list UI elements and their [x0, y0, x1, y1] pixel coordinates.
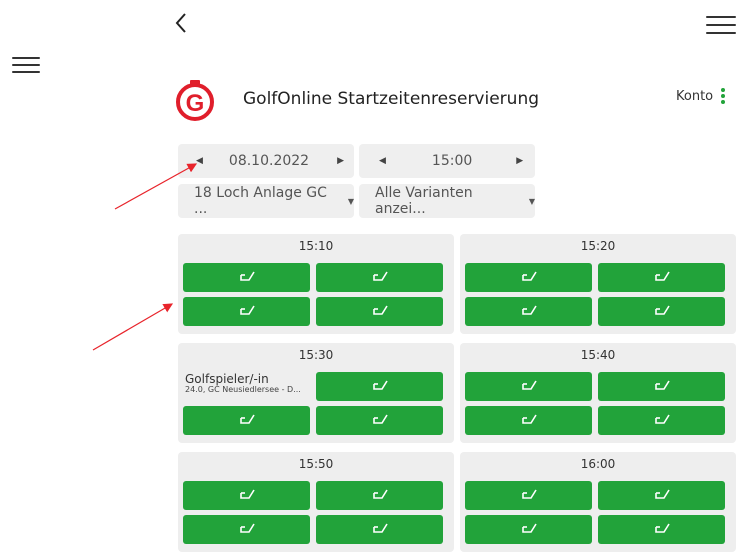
book-slot-button[interactable] — [183, 481, 310, 510]
book-slot-button[interactable] — [598, 481, 725, 510]
book-slot-button[interactable] — [316, 515, 443, 544]
book-slot-button[interactable] — [598, 515, 725, 544]
golf-club-icon — [654, 486, 670, 505]
golf-club-icon — [239, 486, 255, 505]
book-slot-button[interactable] — [316, 481, 443, 510]
annotation-arrow — [114, 163, 198, 210]
book-slot-button[interactable] — [183, 515, 310, 544]
golf-club-icon — [372, 486, 388, 505]
golf-club-icon — [239, 520, 255, 539]
annotation-arrows — [92, 163, 198, 351]
golf-club-icon — [372, 520, 388, 539]
golf-club-icon — [521, 486, 537, 505]
book-slot-button[interactable] — [465, 481, 592, 510]
golf-club-icon — [654, 520, 670, 539]
book-slot-button[interactable] — [465, 515, 592, 544]
golf-club-icon — [521, 520, 537, 539]
annotation-arrow — [92, 303, 174, 351]
